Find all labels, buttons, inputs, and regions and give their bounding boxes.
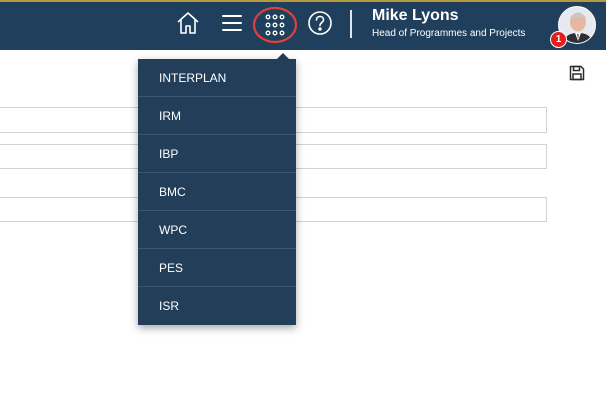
apps-menu-item-pes[interactable]: PES [138,249,296,287]
top-accent-line [0,0,606,2]
header-divider [350,10,352,38]
apps-menu-item-bmc[interactable]: BMC [138,173,296,211]
hamburger-menu-icon[interactable] [218,8,246,38]
apps-grid-icon[interactable] [252,5,298,45]
home-icon[interactable] [173,8,203,38]
apps-menu-item-wpc[interactable]: WPC [138,211,296,249]
notification-badge[interactable]: 1 [550,31,567,48]
apps-menu-item-ibp[interactable]: IBP [138,135,296,173]
apps-dropdown-menu: INTERPLAN IRM IBP BMC WPC PES ISR [138,59,296,325]
apps-menu-item-isr[interactable]: ISR [138,287,296,325]
apps-menu-item-interplan[interactable]: INTERPLAN [138,59,296,97]
help-icon[interactable] [305,8,335,38]
user-role: Head of Programmes and Projects [372,28,526,39]
top-navigation-bar: Mike Lyons Head of Programmes and Projec… [0,0,606,50]
save-icon[interactable] [568,64,586,82]
page: Mike Lyons Head of Programmes and Projec… [0,0,606,400]
apps-menu-item-irm[interactable]: IRM [138,97,296,135]
user-name: Mike Lyons [372,7,459,24]
